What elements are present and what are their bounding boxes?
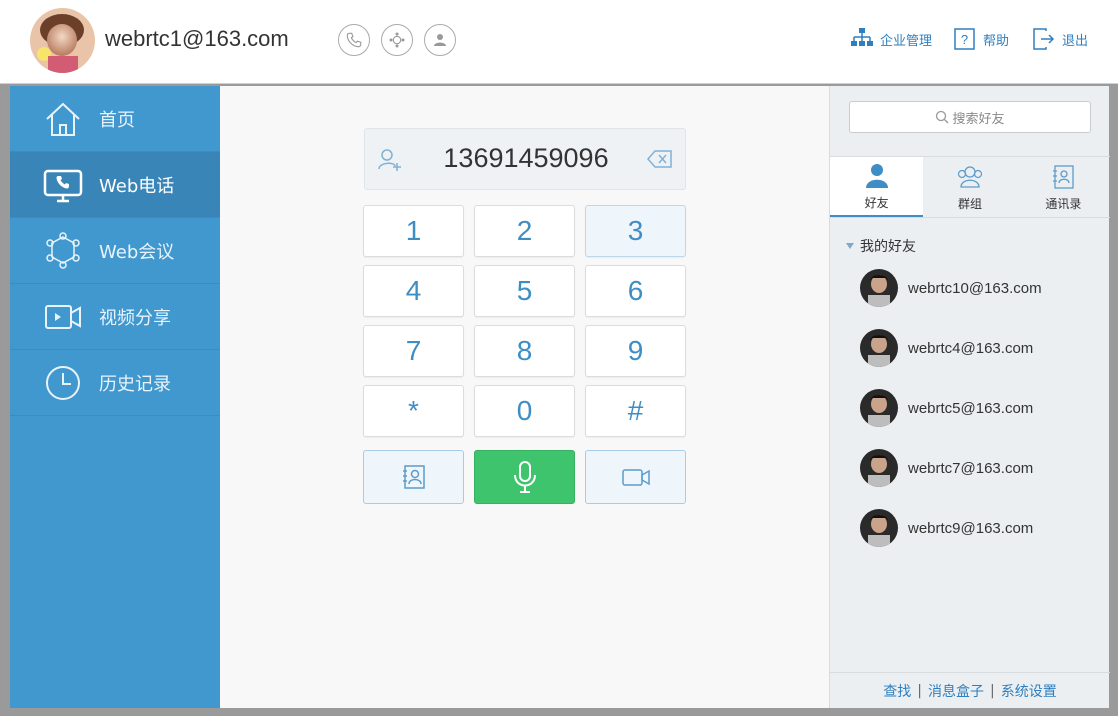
phone-icon[interactable]: [338, 24, 370, 56]
video-share-icon: [45, 304, 81, 329]
video-camera-icon: [621, 469, 650, 486]
user-avatar[interactable]: [30, 8, 95, 73]
tab-friends[interactable]: 好友: [830, 157, 924, 217]
key-6[interactable]: 6: [585, 265, 686, 317]
key-hash[interactable]: #: [585, 385, 686, 437]
help-label: 帮助: [983, 33, 1010, 49]
footer-separator: |: [917, 682, 922, 699]
friend-email: webrtc7@163.com: [908, 459, 1034, 477]
dialed-number: 13691459096: [443, 143, 609, 173]
voice-call-button[interactable]: [474, 450, 575, 504]
tab-label: 好友: [864, 195, 889, 210]
friend-item[interactable]: webrtc4@163.com: [860, 328, 1033, 368]
number-display[interactable]: 13691459096: [364, 128, 686, 190]
friend-item[interactable]: webrtc5@163.com: [860, 388, 1033, 428]
sidebar-item-label: Web会议: [99, 241, 175, 263]
panel-footer: 查找 | 消息盒子 | 系统设置: [830, 672, 1110, 708]
contacts-button[interactable]: [363, 450, 464, 504]
footer-separator: |: [990, 682, 995, 699]
enterprise-management-link[interactable]: 企业管理: [850, 27, 932, 51]
sidebar-item-label: 历史记录: [99, 373, 171, 395]
search-icon: [936, 110, 949, 124]
tab-label: 群组: [957, 196, 982, 211]
friend-avatar: [860, 449, 898, 487]
key-star[interactable]: *: [363, 385, 464, 437]
key-5[interactable]: 5: [474, 265, 575, 317]
search-placeholder: 搜索好友: [952, 111, 1005, 127]
friends-panel: 搜索好友 好友 群组 通讯录 我的好友 webrtc10@163.com web…: [829, 86, 1110, 708]
friend-icon: [865, 163, 888, 188]
web-conference-icon: [46, 231, 80, 269]
friend-avatar: [860, 389, 898, 427]
sidebar-item-web-phone[interactable]: Web电话: [10, 152, 220, 218]
friend-avatar: [860, 329, 898, 367]
key-9[interactable]: 9: [585, 325, 686, 377]
sidebar-item-label: 首页: [99, 109, 135, 131]
org-chart-icon: [851, 28, 873, 46]
friend-avatar: [860, 509, 898, 547]
tab-address-book[interactable]: 通讯录: [1017, 157, 1110, 217]
conference-icon[interactable]: [381, 24, 413, 56]
help-icon: ?: [954, 28, 975, 50]
key-4[interactable]: 4: [363, 265, 464, 317]
contact-icon[interactable]: [424, 24, 456, 56]
friend-group-header[interactable]: 我的好友: [846, 236, 916, 256]
find-link[interactable]: 查找: [883, 681, 911, 701]
tab-groups[interactable]: 群组: [923, 157, 1016, 217]
logout-icon: [1033, 28, 1055, 50]
microphone-icon: [513, 461, 536, 493]
sidebar: 首页 Web电话 Web会议 视频分享 历史记录: [10, 86, 220, 708]
sidebar-item-video-share[interactable]: 视频分享: [10, 284, 220, 350]
help-link[interactable]: ? 帮助: [953, 27, 1009, 51]
web-phone-icon: [43, 169, 83, 202]
user-email: webrtc1@163.com: [105, 26, 289, 51]
search-input[interactable]: 搜索好友: [849, 101, 1091, 133]
logout-link[interactable]: 退出: [1032, 27, 1088, 51]
top-header: webrtc1@163.com 企业管理 ? 帮助 退出: [0, 0, 1118, 84]
history-clock-icon: [46, 365, 80, 400]
backspace-icon[interactable]: [647, 149, 673, 169]
sidebar-item-home[interactable]: 首页: [10, 86, 220, 152]
dialer-panel: 13691459096 1 2 3 4 5 6 7 8 9 * 0 #: [220, 86, 829, 708]
key-1[interactable]: 1: [363, 205, 464, 257]
enterprise-management-label: 企业管理: [880, 33, 933, 49]
sidebar-item-web-conference[interactable]: Web会议: [10, 218, 220, 284]
contacts-book-icon: [402, 465, 425, 489]
tab-label: 通讯录: [1045, 196, 1082, 211]
sidebar-item-label: Web电话: [99, 175, 175, 197]
contact-tabs: 好友 群组 通讯录: [830, 156, 1110, 218]
friend-email: webrtc5@163.com: [908, 399, 1034, 417]
friend-item[interactable]: webrtc10@163.com: [860, 268, 1042, 308]
key-0[interactable]: 0: [474, 385, 575, 437]
message-box-link[interactable]: 消息盒子: [928, 681, 984, 701]
friend-item[interactable]: webrtc9@163.com: [860, 508, 1033, 548]
sidebar-item-label: 视频分享: [99, 307, 171, 329]
key-2[interactable]: 2: [474, 205, 575, 257]
logout-label: 退出: [1062, 33, 1089, 49]
video-call-button[interactable]: [585, 450, 686, 504]
group-icon: [957, 165, 983, 188]
home-icon: [46, 102, 80, 136]
friend-email: webrtc9@163.com: [908, 519, 1034, 537]
system-settings-link[interactable]: 系统设置: [1001, 681, 1057, 701]
caret-down-icon: [846, 243, 854, 249]
sidebar-item-history[interactable]: 历史记录: [10, 350, 220, 416]
svg-text:?: ?: [961, 32, 968, 47]
key-8[interactable]: 8: [474, 325, 575, 377]
friend-avatar: [860, 269, 898, 307]
friend-item[interactable]: webrtc7@163.com: [860, 448, 1033, 488]
address-book-icon: [1053, 164, 1074, 189]
friend-email: webrtc10@163.com: [908, 279, 1042, 297]
key-7[interactable]: 7: [363, 325, 464, 377]
group-title-label: 我的好友: [860, 239, 916, 255]
friend-email: webrtc4@163.com: [908, 339, 1034, 357]
key-3[interactable]: 3: [585, 205, 686, 257]
